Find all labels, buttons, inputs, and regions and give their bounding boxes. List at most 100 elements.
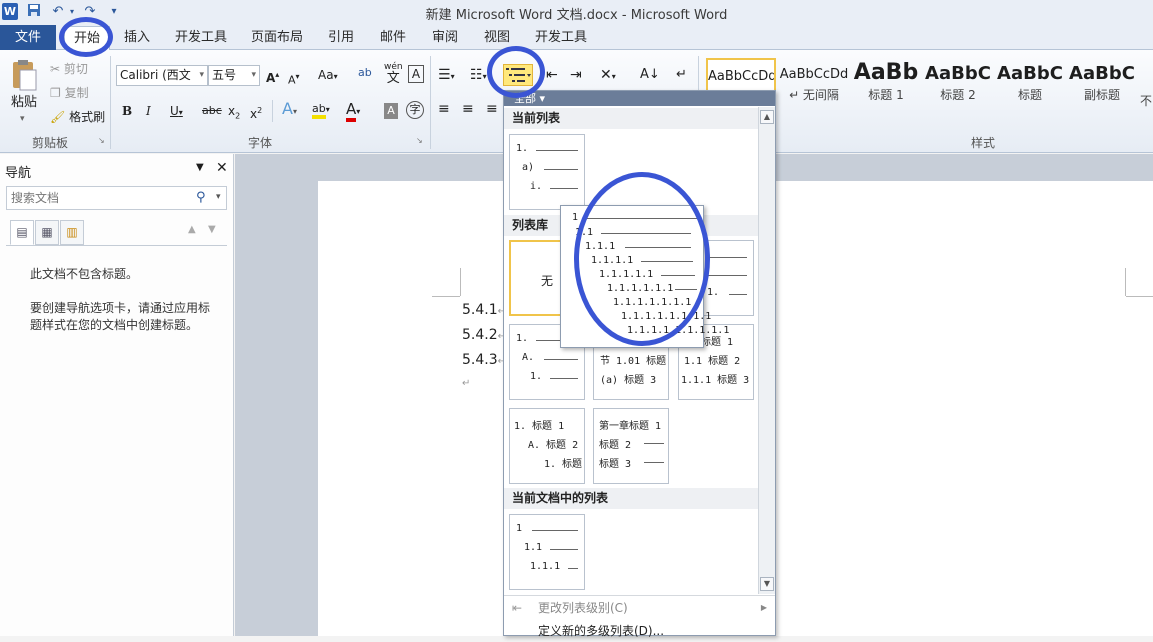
change-case-label: Aa xyxy=(318,68,334,82)
scroll-up-arrow-icon[interactable]: ▲ xyxy=(760,110,774,124)
group-separator xyxy=(110,56,111,149)
style-subtitle-sample: AaBbC xyxy=(1069,63,1135,84)
highlight-button[interactable]: ab▾ xyxy=(312,100,330,119)
tab-page-layout[interactable]: 页面布局 xyxy=(246,26,308,50)
chevron-down-icon[interactable]: ▾ xyxy=(216,192,221,202)
list-level-text: 1. 标题 xyxy=(544,459,583,470)
list-level-text: A. 标题 2 xyxy=(528,440,579,451)
pages-icon: ▦ xyxy=(41,225,53,239)
search-icon[interactable]: ⚲ xyxy=(196,190,206,205)
shrink-font-button[interactable]: A▾ xyxy=(288,68,300,90)
style-more-name: 不 xyxy=(1139,94,1152,108)
heading-text: 5.4.1 xyxy=(462,302,498,318)
styles-group-label: 样式 xyxy=(970,136,995,150)
tab-results[interactable]: ▥ xyxy=(60,220,84,245)
align-right-button[interactable]: ≡ xyxy=(486,100,498,118)
numbering-button[interactable]: ☷▾ xyxy=(470,66,487,86)
navigation-message: 此文档不包含标题。 要创建导航选项卡，请通过应用标题样式在您的文档中创建标题。 xyxy=(30,266,210,334)
copy-icon: ❐ xyxy=(50,86,61,100)
library-thumbnail-5[interactable]: 第一章标题 1 标题 2 标题 3 xyxy=(593,408,669,484)
font-name-combo[interactable]: Calibri (西文 ▾ xyxy=(116,65,208,86)
decrease-indent-button[interactable]: ⇤ xyxy=(546,66,558,84)
document-list-thumbnail[interactable]: 1 1.1 1.1.1 xyxy=(509,514,585,590)
superscript-button[interactable]: x2 xyxy=(250,102,262,123)
subscript-button[interactable]: x2 xyxy=(228,102,240,125)
style-heading-2-name: 标题 2 xyxy=(940,88,976,102)
paste-icon[interactable] xyxy=(10,58,38,92)
align-center-button[interactable]: ≡ xyxy=(462,100,474,118)
pane-options-icon[interactable]: ▼ xyxy=(196,162,204,173)
font-size-combo[interactable]: 五号 ▾ xyxy=(208,65,260,86)
tab-developer-2[interactable]: 开发工具 xyxy=(530,26,592,50)
close-icon[interactable]: ✕ xyxy=(216,160,228,176)
sort-button[interactable]: A↓ xyxy=(640,66,660,84)
paste-dropdown-icon[interactable]: ▾ xyxy=(20,110,25,128)
bold-button[interactable]: B xyxy=(122,102,132,120)
format-painter-button[interactable]: 🖌 格式刷 xyxy=(50,108,105,126)
font-size-value: 五号 xyxy=(212,68,237,82)
enclose-characters-button[interactable]: 字 xyxy=(406,101,424,119)
list-level-text: 1. xyxy=(516,333,529,344)
style-heading-1[interactable]: AaBb 标题 1 xyxy=(851,58,921,116)
search-placeholder: 搜索文档 xyxy=(11,191,60,205)
character-shading-button[interactable]: A xyxy=(384,103,398,119)
change-list-level-menu-item[interactable]: ⇤ 更改列表级别(C) ▶ xyxy=(504,597,775,619)
italic-button[interactable]: I xyxy=(146,102,151,120)
menu-divider xyxy=(504,595,775,596)
list-filter-dropdown[interactable]: 全部 ▾ xyxy=(504,91,775,106)
copy-button[interactable]: ❐ 复制 xyxy=(50,84,89,102)
dialog-launcher-icon[interactable]: ↘ xyxy=(98,136,105,145)
strikethrough-button[interactable]: abc xyxy=(202,102,222,120)
heading-text: 5.4.3 xyxy=(462,352,498,368)
tab-insert[interactable]: 插入 xyxy=(116,26,158,50)
list-rule xyxy=(550,188,578,189)
change-case-button[interactable]: Aa▾ xyxy=(318,66,338,86)
style-heading-2[interactable]: AaBbC 标题 2 xyxy=(923,58,993,116)
list-level-text: 1.1 标题 2 xyxy=(684,356,741,367)
copy-label: 复制 xyxy=(64,86,89,100)
style-heading-1-sample: AaBb xyxy=(853,60,919,85)
search-input[interactable]: 搜索文档 xyxy=(6,186,227,210)
define-new-multilevel-list-menu-item[interactable]: 定义新的多级列表(D)... xyxy=(504,620,775,642)
next-arrow-icon[interactable]: ▼ xyxy=(208,224,216,235)
text-effects-button[interactable]: A▾ xyxy=(282,100,297,121)
style-no-spacing[interactable]: AaBbCcDd ↵ 无间隔 xyxy=(779,58,849,116)
tab-file[interactable]: 文件 xyxy=(0,25,56,50)
document-heading[interactable]: 5.4.1↵ xyxy=(462,302,506,318)
bullets-button[interactable]: ☰▾ xyxy=(438,66,455,86)
show-marks-button[interactable]: ↵ xyxy=(676,66,687,84)
previous-arrow-icon[interactable]: ▲ xyxy=(188,224,196,235)
scroll-down-arrow-icon[interactable]: ▼ xyxy=(760,577,774,591)
navigation-message-1: 此文档不包含标题。 xyxy=(30,267,139,281)
character-border-button[interactable]: A xyxy=(408,65,424,83)
chinese-layout-button[interactable]: ✕▾ xyxy=(600,66,616,86)
list-rule xyxy=(532,530,578,531)
current-list-thumbnail[interactable]: 1. a) i. xyxy=(509,134,585,210)
clear-format-icon[interactable]: ab xyxy=(358,64,372,82)
style-subtitle[interactable]: AaBbC 副标题 xyxy=(1067,58,1137,116)
grow-font-button[interactable]: A▴ xyxy=(266,66,279,87)
cut-button[interactable]: ✂ 剪切 xyxy=(50,60,88,78)
tab-headings[interactable]: ▤ xyxy=(10,220,34,245)
dialog-launcher-icon[interactable]: ↘ xyxy=(416,136,423,145)
tab-mailings[interactable]: 邮件 xyxy=(372,26,414,50)
font-color-button[interactable]: A▾ xyxy=(346,100,360,122)
dropdown-scrollbar[interactable] xyxy=(758,107,775,594)
increase-indent-button[interactable]: ⇥ xyxy=(570,66,582,84)
tab-references[interactable]: 引用 xyxy=(320,26,362,50)
style-more[interactable]: 不 xyxy=(1139,58,1153,116)
align-left-button[interactable]: ≡ xyxy=(438,100,450,118)
list-level-text: 1.1.1 xyxy=(530,561,561,572)
tab-review[interactable]: 审阅 xyxy=(424,26,466,50)
underline-button[interactable]: U▾ xyxy=(170,102,183,122)
margin-corner-mark xyxy=(460,268,461,296)
phonetic-guide-button[interactable]: wén 文 xyxy=(384,62,403,86)
indent-icon: ⇤ xyxy=(512,601,523,615)
tab-developer[interactable]: 开发工具 xyxy=(170,26,232,50)
document-heading[interactable]: 5.4.2↵ xyxy=(462,327,506,343)
document-heading[interactable]: 5.4.3↵ xyxy=(462,352,506,368)
library-thumbnail-4[interactable]: 1. 标题 1 A. 标题 2 1. 标题 xyxy=(509,408,585,484)
tab-pages[interactable]: ▦ xyxy=(35,220,59,245)
style-title[interactable]: AaBbC 标题 xyxy=(995,58,1065,116)
list-level-text: 1 xyxy=(516,523,523,534)
